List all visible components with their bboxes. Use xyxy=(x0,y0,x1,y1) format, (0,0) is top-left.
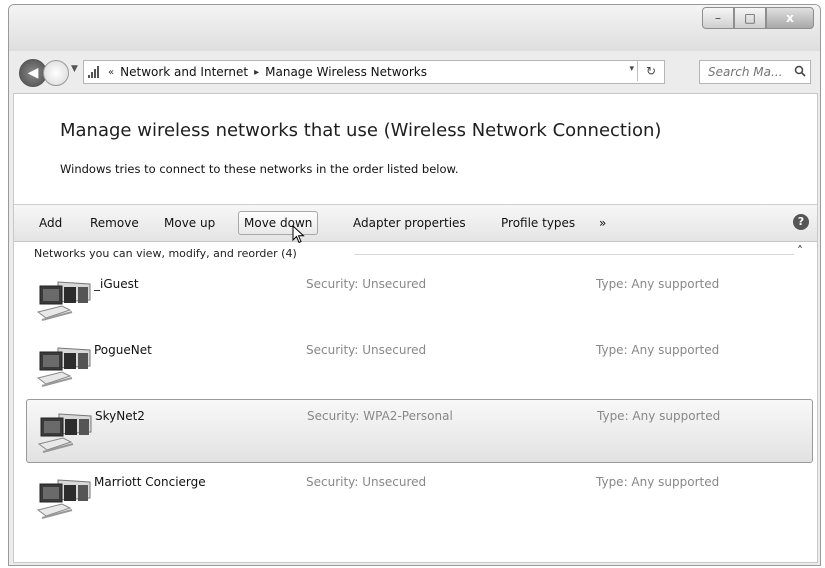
breadcrumb-network-and-internet[interactable]: Network and Internet xyxy=(120,65,248,79)
adapter-properties-button[interactable]: Adapter properties xyxy=(348,212,471,234)
title-bar: – □ x xyxy=(9,5,820,51)
help-icon[interactable]: ? xyxy=(793,214,809,230)
recent-pages-dropdown[interactable]: ▼ xyxy=(71,64,78,74)
command-bar: Add Remove Move up Move down Adapter pro… xyxy=(14,204,817,242)
wireless-network-icon xyxy=(36,281,91,321)
network-security: Security: Unsecured xyxy=(306,343,427,357)
network-name: Marriott Concierge xyxy=(94,475,206,489)
network-type: Type: Any supported xyxy=(596,343,720,357)
move-up-button[interactable]: Move up xyxy=(159,212,220,234)
content-pane: Manage wireless networks that use (Wirel… xyxy=(13,93,818,563)
navigation-bar: ◀ ▼ « Network and Internet ▸ Manage Wire… xyxy=(9,55,820,87)
window-controls: – □ x xyxy=(702,7,814,29)
breadcrumb-manage-wireless-networks[interactable]: Manage Wireless Networks xyxy=(265,65,427,79)
collapse-group-button[interactable]: ˄ xyxy=(797,244,803,258)
add-button[interactable]: Add xyxy=(34,212,67,234)
network-name: PogueNet xyxy=(94,343,152,357)
search-input[interactable] xyxy=(706,64,792,80)
forward-button[interactable] xyxy=(43,60,69,86)
profile-types-button[interactable]: Profile types xyxy=(496,212,580,234)
network-row[interactable]: PogueNet Security: Unsecured Type: Any s… xyxy=(26,334,811,396)
group-label: Networks you can view, modify, and reord… xyxy=(34,247,301,260)
network-security: Security: WPA2-Personal xyxy=(307,409,453,423)
network-group-header: Networks you can view, modify, and reord… xyxy=(14,244,817,264)
group-divider xyxy=(354,254,794,255)
search-icon[interactable] xyxy=(794,65,806,80)
close-button[interactable]: x xyxy=(766,7,814,29)
network-type: Type: Any supported xyxy=(596,277,720,291)
page-description: Windows tries to connect to these networ… xyxy=(60,162,459,176)
remove-button[interactable]: Remove xyxy=(85,212,144,234)
wireless-network-icon xyxy=(36,347,91,387)
address-prefix[interactable]: « xyxy=(108,67,114,78)
network-name: _iGuest xyxy=(94,277,139,291)
network-icon xyxy=(88,66,102,78)
network-row[interactable]: Marriott Concierge Security: Unsecured T… xyxy=(26,466,811,528)
breadcrumb-separator[interactable]: ▸ xyxy=(254,67,259,78)
network-security: Security: Unsecured xyxy=(306,475,427,489)
refresh-button[interactable]: ↻ xyxy=(637,61,664,81)
minimize-button[interactable]: – xyxy=(702,7,734,29)
page-title: Manage wireless networks that use (Wirel… xyxy=(60,120,662,141)
network-security: Security: Unsecured xyxy=(306,277,427,291)
search-box[interactable] xyxy=(699,60,811,84)
network-type: Type: Any supported xyxy=(597,409,721,423)
network-type: Type: Any supported xyxy=(596,475,720,489)
mouse-cursor-icon xyxy=(292,225,305,244)
network-name: SkyNet2 xyxy=(95,409,145,423)
wireless-network-icon xyxy=(36,479,91,519)
maximize-button[interactable]: □ xyxy=(734,7,766,29)
more-commands-button[interactable]: » xyxy=(594,212,611,234)
address-dropdown[interactable]: ▾ xyxy=(629,64,634,74)
move-down-button[interactable]: Move down xyxy=(238,211,319,235)
address-bar[interactable]: « Network and Internet ▸ Manage Wireless… xyxy=(83,60,665,84)
wireless-network-icon xyxy=(37,413,92,453)
explorer-window: – □ x ◀ ▼ « Network and Internet ▸ Manag… xyxy=(8,4,821,566)
network-row-selected[interactable]: SkyNet2 Security: WPA2-Personal Type: An… xyxy=(26,399,813,463)
network-row[interactable]: _iGuest Security: Unsecured Type: Any su… xyxy=(26,268,811,330)
